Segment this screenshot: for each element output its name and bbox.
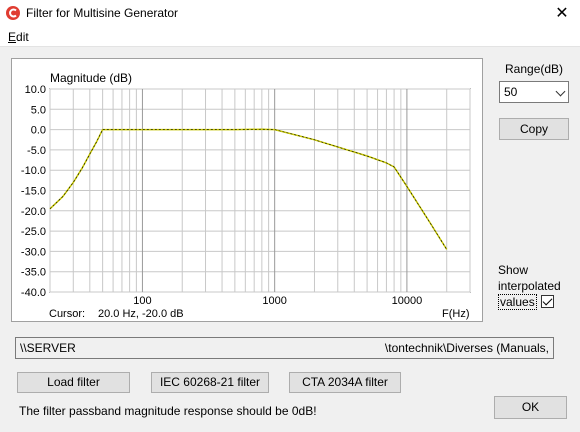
window-title: Filter for Multisine Generator <box>26 6 179 20</box>
path-server: \\SERVER <box>20 341 76 355</box>
show-interpolated-line1: Show <box>498 263 529 277</box>
y-tick-labels: 10.0 5.0 0.0 -5.0 -10.0 -15.0 -20.0 -25.0 -30.0 -… <box>21 84 46 299</box>
y-tick-label: -5.0 <box>27 145 46 157</box>
cursor-readout: 20.0 Hz, -20.0 dB <box>98 308 184 320</box>
title-bar: Filter for Multisine Generator ✕ <box>0 0 580 27</box>
cta-filter-button[interactable]: CTA 2034A filter <box>289 372 401 393</box>
magnitude-chart[interactable]: Magnitude (dB) 10.0 5.0 0.0 -5.0 -10.0 -15.0 -… <box>12 59 482 321</box>
y-tick-label: 0.0 <box>31 125 46 137</box>
x-tick-label: 1000 <box>262 295 286 307</box>
status-message: The filter passband magnitude response s… <box>19 404 317 418</box>
y-tick-label: -30.0 <box>21 246 46 258</box>
y-tick-label: -35.0 <box>21 267 46 279</box>
filter-path-field[interactable]: \\SERVER \tontechnik\Diverses (Manuals, <box>15 337 554 359</box>
show-interpolated-checkbox[interactable] <box>541 295 554 308</box>
copy-button[interactable]: Copy <box>499 118 569 140</box>
x-tick-labels: 100 1000 10000 <box>133 295 422 307</box>
menu-edit[interactable]: Edit <box>8 30 29 44</box>
magnitude-chart-panel: Magnitude (dB) 10.0 5.0 0.0 -5.0 -10.0 -15.0 -… <box>11 58 483 322</box>
cursor-label: Cursor: <box>49 308 85 320</box>
range-label: Range(dB) <box>505 62 564 76</box>
close-button[interactable]: ✕ <box>544 0 580 27</box>
y-tick-label: 10.0 <box>25 84 46 96</box>
x-tick-label: 10000 <box>392 295 423 307</box>
path-tail: \tontechnik\Diverses (Manuals, <box>384 341 549 355</box>
y-tick-label: -15.0 <box>21 186 46 198</box>
ok-button[interactable]: OK <box>494 396 567 419</box>
checkmark-icon <box>542 295 553 306</box>
y-tick-label: -40.0 <box>21 287 46 299</box>
y-tick-label: -10.0 <box>21 165 46 177</box>
chevron-down-icon <box>555 86 566 97</box>
menu-separator <box>0 46 580 47</box>
menu-bar: Edit <box>0 27 580 46</box>
chart-xlabel: F(Hz) <box>442 308 470 320</box>
show-interpolated-line2: interpolated <box>498 279 561 293</box>
app-icon <box>6 6 20 20</box>
x-tick-label: 100 <box>133 295 151 307</box>
load-filter-button[interactable]: Load filter <box>17 372 130 393</box>
y-tick-label: 5.0 <box>31 104 46 116</box>
iec-filter-button[interactable]: IEC 60268-21 filter <box>151 372 269 393</box>
range-dropdown[interactable]: 50 <box>499 81 569 103</box>
y-tick-label: -20.0 <box>21 206 46 218</box>
y-tick-label: -25.0 <box>21 226 46 238</box>
chart-ylabel: Magnitude (dB) <box>50 71 132 85</box>
range-value: 50 <box>504 85 518 99</box>
show-interpolated-line3: values <box>498 294 537 310</box>
